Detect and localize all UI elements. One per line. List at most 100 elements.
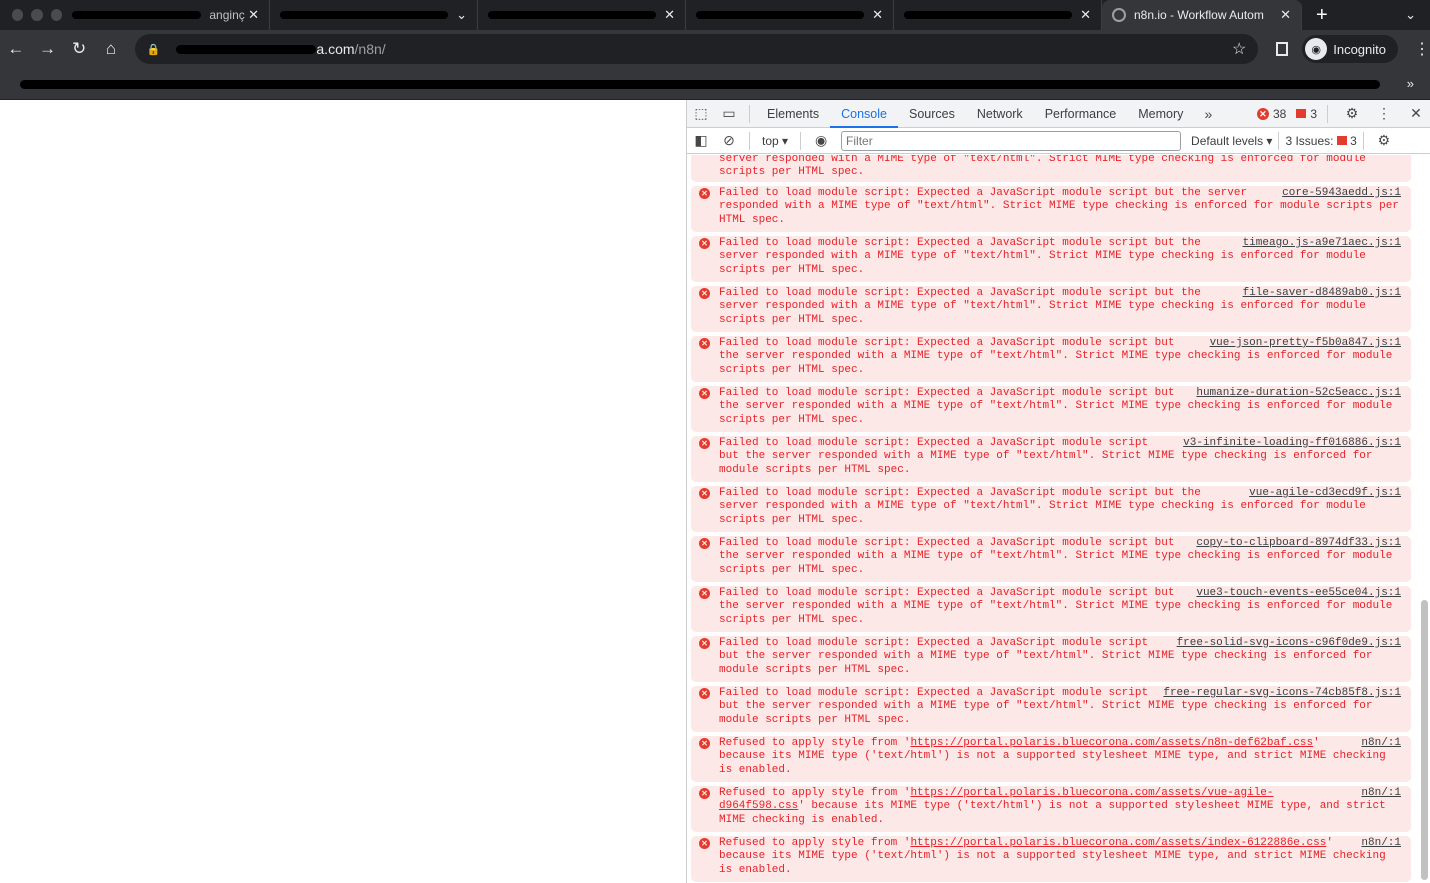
browser-tab[interactable]: ⌄ [270,0,478,30]
url-path: /n8n/ [354,41,386,57]
close-icon[interactable]: ✕ [248,7,259,23]
console-error-message: ✕ v3-infinite-loading-ff016886.js:1 Failed… [691,435,1411,482]
console-error-message: ✕ free-regular-svg-icons-74cb85f8.js:1 Fai… [691,685,1411,732]
source-link[interactable]: free-solid-svg-icons-c96f0de9.js:1 [1177,637,1401,650]
issue-flag-icon [1336,135,1347,145]
new-tab-button[interactable]: + [1316,4,1328,27]
scrollbar[interactable] [1421,600,1428,880]
source-link[interactable]: core-5943aedd.js:1 [1282,187,1401,200]
tab-search-icon[interactable]: ⌄ [1405,7,1416,23]
close-devtools-icon[interactable]: ✕ [1402,105,1430,122]
console-error-message: ✕ vue3-touch-events-ee55ce04.js:1 Failed t… [691,585,1411,632]
close-icon[interactable]: ✕ [1280,7,1291,23]
lock-icon[interactable]: 🔒 [147,43,161,56]
more-options-icon[interactable]: ⋮ [1370,105,1398,122]
error-icon: ✕ [699,587,710,599]
url-host: a.com [316,41,355,57]
message-text: Refused to apply style from ' [719,736,911,749]
close-icon[interactable]: ✕ [664,7,675,23]
source-link[interactable]: file-saver-d8489ab0.js:1 [1243,287,1401,300]
tab-elements[interactable]: Elements [756,100,830,128]
log-levels-dropdown[interactable]: Default levels ▾ [1191,134,1272,148]
error-icon: ✕ [699,187,710,199]
console-error-message: ✕ core-5943aedd.js:1 Failed to load module… [691,185,1411,232]
globe-icon [1112,8,1126,22]
menu-icon[interactable]: ⋮ [1414,39,1430,59]
source-link[interactable]: humanize-duration-52c5eacc.js:1 [1196,387,1401,400]
console-error-message: ✕ n8n/:1 Refused to apply style from 'http… [691,735,1411,782]
stylesheet-url-link[interactable]: https://portal.polaris.bluecorona.com/as… [910,737,1313,749]
error-icon: ✕ [699,237,710,249]
stylesheet-url-link[interactable]: https://portal.polaris.bluecorona.com/as… [910,837,1326,849]
close-icon[interactable]: ✕ [872,7,883,23]
url-input[interactable]: 🔒 a.com/n8n/ ☆ [134,34,1259,64]
tab-console[interactable]: Console [830,100,898,128]
browser-tab[interactable]: ✕ [686,0,894,30]
error-icon: ✕ [699,387,710,399]
error-icon: ✕ [699,737,710,749]
device-toolbar-icon[interactable]: ▭ [715,105,743,122]
error-count[interactable]: 38 [1273,107,1286,121]
browser-tab[interactable]: ✕ [894,0,1102,30]
browser-tab[interactable]: ✕ [478,0,686,30]
reload-icon[interactable]: ↻ [63,39,95,59]
tab-network[interactable]: Network [966,100,1034,128]
window-controls[interactable] [0,9,62,21]
source-link[interactable]: n8n/:1 [1361,737,1401,750]
console-settings-icon[interactable]: ⚙ [1370,132,1398,149]
source-link[interactable]: vue3-touch-events-ee55ce04.js:1 [1196,587,1401,600]
source-link[interactable]: timeago.js-a9e71aec.js:1 [1243,237,1401,250]
tab-sources[interactable]: Sources [898,100,966,128]
console-error-message: ✕ humanize-duration-52c5eacc.js:1 Failed t… [691,385,1411,432]
error-icon: ✕ [699,787,710,799]
close-icon[interactable]: ✕ [1080,7,1091,23]
live-expression-eye-icon[interactable]: ◉ [807,132,835,149]
forward-icon[interactable]: → [32,39,64,59]
error-icon: ✕ [699,287,710,299]
source-link[interactable]: free-regular-svg-icons-74cb85f8.js:1 [1163,687,1401,700]
bookmark-star-icon[interactable]: ☆ [1232,39,1246,59]
settings-icon[interactable]: ⚙ [1338,105,1366,122]
issues-button[interactable]: 3 Issues: 3 [1285,134,1356,148]
tab-memory[interactable]: Memory [1127,100,1194,128]
console-messages: server responded with a MIME type of "te… [687,155,1417,883]
browser-tab-active[interactable]: n8n.io - Workflow Autom ✕ [1102,0,1302,30]
more-bookmarks-icon[interactable]: » [1407,76,1414,91]
console-error-message: ✕ copy-to-clipboard-8974df33.js:1 Failed t… [691,535,1411,582]
more-tabs-icon[interactable]: » [1194,106,1222,122]
error-icon: ✕ [699,337,710,349]
clear-console-icon[interactable]: ⊘ [715,132,743,149]
filter-input[interactable] [841,130,1182,151]
devtools-tabbar: ⬚ ▭ Elements Console Sources Network Per… [687,100,1430,128]
message-text: server responded with a MIME type of "te… [719,155,1366,179]
source-link[interactable]: n8n/:1 [1361,837,1401,850]
source-link[interactable]: n8n/:1 [1361,787,1401,800]
source-link[interactable]: vue-json-pretty-f5b0a847.js:1 [1210,337,1401,350]
error-icon: ✕ [699,487,710,499]
context-selector[interactable]: top ▾ [756,134,794,148]
browser-tab[interactable]: anginç ✕ [62,0,270,30]
tab-performance[interactable]: Performance [1034,100,1128,128]
page-content [0,100,686,883]
incognito-button[interactable]: ◉ Incognito [1302,35,1398,63]
chevron-down-icon[interactable]: ⌄ [456,7,467,23]
console-error-message: ✕ vue-json-pretty-f5b0a847.js:1 Failed to … [691,335,1411,382]
source-link[interactable]: vue-agile-cd3ecd9f.js:1 [1249,487,1401,500]
inspect-element-icon[interactable]: ⬚ [687,105,715,122]
context-value: top [762,133,779,148]
back-icon[interactable]: ← [0,39,32,59]
issues-label: 3 Issues: [1285,133,1334,148]
message-text: Refused to apply style from ' [719,836,911,849]
source-link[interactable]: v3-infinite-loading-ff016886.js:1 [1183,437,1401,450]
side-panel-icon[interactable] [1276,42,1289,56]
address-bar-row: ← → ↻ ⌂ 🔒 a.com/n8n/ ☆ ◉ Incognito ⋮ [0,30,1430,68]
console-error-message: ✕ free-solid-svg-icons-c96f0de9.js:1 Faile… [691,635,1411,682]
issue-count[interactable]: 3 [1310,107,1317,121]
console-error-message: ✕ n8n/:1 Refused to apply style from 'http… [691,835,1411,882]
console-error-message: server responded with a MIME type of "te… [691,155,1411,182]
home-icon[interactable]: ⌂ [95,39,127,59]
source-link[interactable]: copy-to-clipboard-8974df33.js:1 [1196,537,1401,550]
tab-title: anginç [209,8,245,22]
incognito-label: Incognito [1333,41,1386,57]
sidebar-toggle-icon[interactable]: ◧ [687,132,715,149]
